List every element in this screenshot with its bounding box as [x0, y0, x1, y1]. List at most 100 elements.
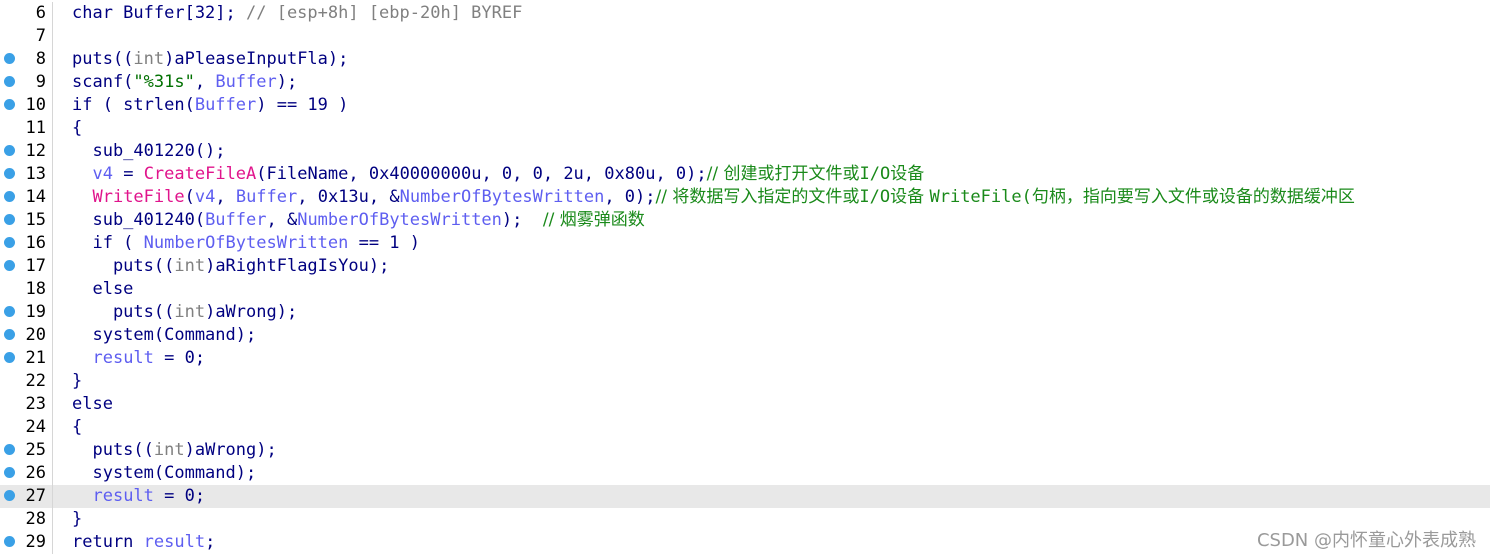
line-gutter[interactable]: 25 — [0, 439, 60, 462]
line-gutter[interactable]: 7 — [0, 25, 60, 48]
code-line[interactable]: 22} — [0, 370, 1490, 393]
pseudocode-editor[interactable]: 6 char Buffer[32]; // [esp+8h] [ebp-20h] … — [0, 2, 1490, 560]
code-line[interactable]: 19 puts((int)aWrong); — [0, 301, 1490, 324]
code-text[interactable]: return result; — [72, 531, 215, 554]
code-text[interactable]: result = 0; — [72, 347, 205, 370]
code-text[interactable]: v4 = CreateFileA(FileName, 0x40000000u, … — [72, 163, 924, 186]
code-token: 设备 — [890, 187, 930, 207]
line-gutter[interactable]: 21 — [0, 347, 60, 370]
code-line[interactable]: 15 sub_401240(Buffer, &NumberOfBytesWrit… — [0, 209, 1490, 232]
code-text[interactable]: sub_401220(); — [72, 140, 225, 163]
code-text[interactable]: puts((int)aRightFlagIsYou); — [72, 255, 389, 278]
line-gutter[interactable]: 29 — [0, 531, 60, 554]
line-gutter[interactable]: 19 — [0, 301, 60, 324]
code-line[interactable]: 26 system(Command); — [0, 462, 1490, 485]
line-gutter[interactable]: 6 — [0, 2, 60, 25]
code-text[interactable]: else — [72, 278, 133, 301]
line-gutter[interactable]: 18 — [0, 278, 60, 301]
gutter-separator — [52, 255, 53, 278]
code-line[interactable]: 24 { — [0, 416, 1490, 439]
code-line[interactable]: 10 if ( strlen(Buffer) == 19 ) — [0, 94, 1490, 117]
code-text[interactable]: puts((int)aWrong); — [72, 439, 276, 462]
code-text[interactable]: sub_401240(Buffer, &NumberOfBytesWritten… — [72, 209, 644, 232]
code-line[interactable]: 18 else — [0, 278, 1490, 301]
line-gutter[interactable]: 11 — [0, 117, 60, 140]
code-text[interactable]: { — [72, 416, 82, 439]
code-line[interactable]: 14 WriteFile(v4, Buffer, 0x13u, &NumberO… — [0, 186, 1490, 209]
code-token: puts(( — [72, 302, 175, 322]
code-text[interactable]: puts((int)aWrong); — [72, 301, 297, 324]
code-line[interactable]: 21 result = 0; — [0, 347, 1490, 370]
code-line[interactable]: 13 v4 = CreateFileA(FileName, 0x40000000… — [0, 163, 1490, 186]
breakpoint-dot-icon[interactable] — [4, 536, 15, 547]
code-line[interactable]: 25 puts((int)aWrong); — [0, 439, 1490, 462]
code-text[interactable]: puts((int)aPleaseInputFla); — [72, 48, 348, 71]
breakpoint-dot-icon[interactable] — [4, 329, 15, 340]
line-gutter[interactable]: 17 — [0, 255, 60, 278]
breakpoint-dot-icon[interactable] — [4, 99, 15, 110]
line-gutter[interactable]: 28 — [0, 508, 60, 531]
code-text[interactable]: } — [72, 508, 82, 531]
gutter-separator — [52, 209, 53, 232]
line-gutter[interactable]: 26 — [0, 462, 60, 485]
line-gutter[interactable]: 9 — [0, 71, 60, 94]
breakpoint-dot-icon[interactable] — [4, 76, 15, 87]
code-line[interactable]: 9 scanf("%31s", Buffer); — [0, 71, 1490, 94]
code-token: WriteFile( — [929, 187, 1032, 207]
code-text[interactable]: result = 0; — [72, 485, 205, 508]
breakpoint-dot-icon[interactable] — [4, 53, 15, 64]
gutter-separator — [52, 416, 53, 439]
code-line[interactable]: 16 if ( NumberOfBytesWritten == 1 ) — [0, 232, 1490, 255]
breakpoint-dot-icon[interactable] — [4, 214, 15, 225]
breakpoint-dot-icon[interactable] — [4, 145, 15, 156]
code-line[interactable]: 6 char Buffer[32]; // [esp+8h] [ebp-20h] … — [0, 2, 1490, 25]
code-line[interactable]: 27 result = 0; — [0, 485, 1490, 508]
code-token: if ( strlen( — [72, 95, 195, 115]
code-token: system(Command); — [72, 325, 257, 345]
code-line[interactable]: 17 puts((int)aRightFlagIsYou); — [0, 255, 1490, 278]
line-gutter[interactable]: 10 — [0, 94, 60, 117]
code-text[interactable]: { — [72, 117, 82, 140]
line-gutter[interactable]: 14 — [0, 186, 60, 209]
code-text[interactable]: system(Command); — [72, 462, 256, 485]
code-text[interactable]: char Buffer[32]; // [esp+8h] [ebp-20h] B… — [72, 2, 522, 25]
code-text[interactable]: else — [72, 393, 113, 416]
code-line[interactable]: 20 system(Command); — [0, 324, 1490, 347]
code-text[interactable]: } — [72, 370, 82, 393]
line-gutter[interactable]: 13 — [0, 163, 60, 186]
code-line[interactable]: 8 puts((int)aPleaseInputFla); — [0, 48, 1490, 71]
code-text[interactable]: system(Command); — [72, 324, 256, 347]
code-text[interactable]: WriteFile(v4, Buffer, 0x13u, &NumberOfBy… — [72, 186, 1354, 209]
line-gutter[interactable]: 16 — [0, 232, 60, 255]
line-gutter[interactable]: 8 — [0, 48, 60, 71]
code-line[interactable]: 7 — [0, 25, 1490, 48]
line-gutter[interactable]: 24 — [0, 416, 60, 439]
gutter-separator — [52, 485, 53, 508]
code-line[interactable]: 23 else — [0, 393, 1490, 416]
line-gutter[interactable]: 27 — [0, 485, 60, 508]
breakpoint-dot-icon[interactable] — [4, 467, 15, 478]
line-gutter[interactable]: 15 — [0, 209, 60, 232]
code-line[interactable]: 12 sub_401220(); — [0, 140, 1490, 163]
gutter-separator — [52, 324, 53, 347]
breakpoint-dot-icon[interactable] — [4, 237, 15, 248]
code-text[interactable]: scanf("%31s", Buffer); — [72, 71, 297, 94]
breakpoint-dot-icon[interactable] — [4, 260, 15, 271]
code-text[interactable]: if ( strlen(Buffer) == 19 ) — [72, 94, 348, 117]
line-gutter[interactable]: 12 — [0, 140, 60, 163]
breakpoint-dot-icon[interactable] — [4, 306, 15, 317]
code-token: // 将数据写入指定的文件或 — [655, 187, 860, 207]
line-number: 23 — [25, 394, 46, 414]
breakpoint-dot-icon[interactable] — [4, 490, 15, 501]
breakpoint-dot-icon[interactable] — [4, 191, 15, 202]
line-gutter[interactable]: 20 — [0, 324, 60, 347]
line-gutter[interactable]: 22 — [0, 370, 60, 393]
breakpoint-dot-icon[interactable] — [4, 168, 15, 179]
line-number: 9 — [35, 72, 46, 92]
line-gutter[interactable]: 23 — [0, 393, 60, 416]
code-text[interactable]: if ( NumberOfBytesWritten == 1 ) — [72, 232, 420, 255]
breakpoint-dot-icon[interactable] — [4, 352, 15, 363]
gutter-separator — [52, 117, 53, 140]
code-line[interactable]: 11 { — [0, 117, 1490, 140]
breakpoint-dot-icon[interactable] — [4, 444, 15, 455]
